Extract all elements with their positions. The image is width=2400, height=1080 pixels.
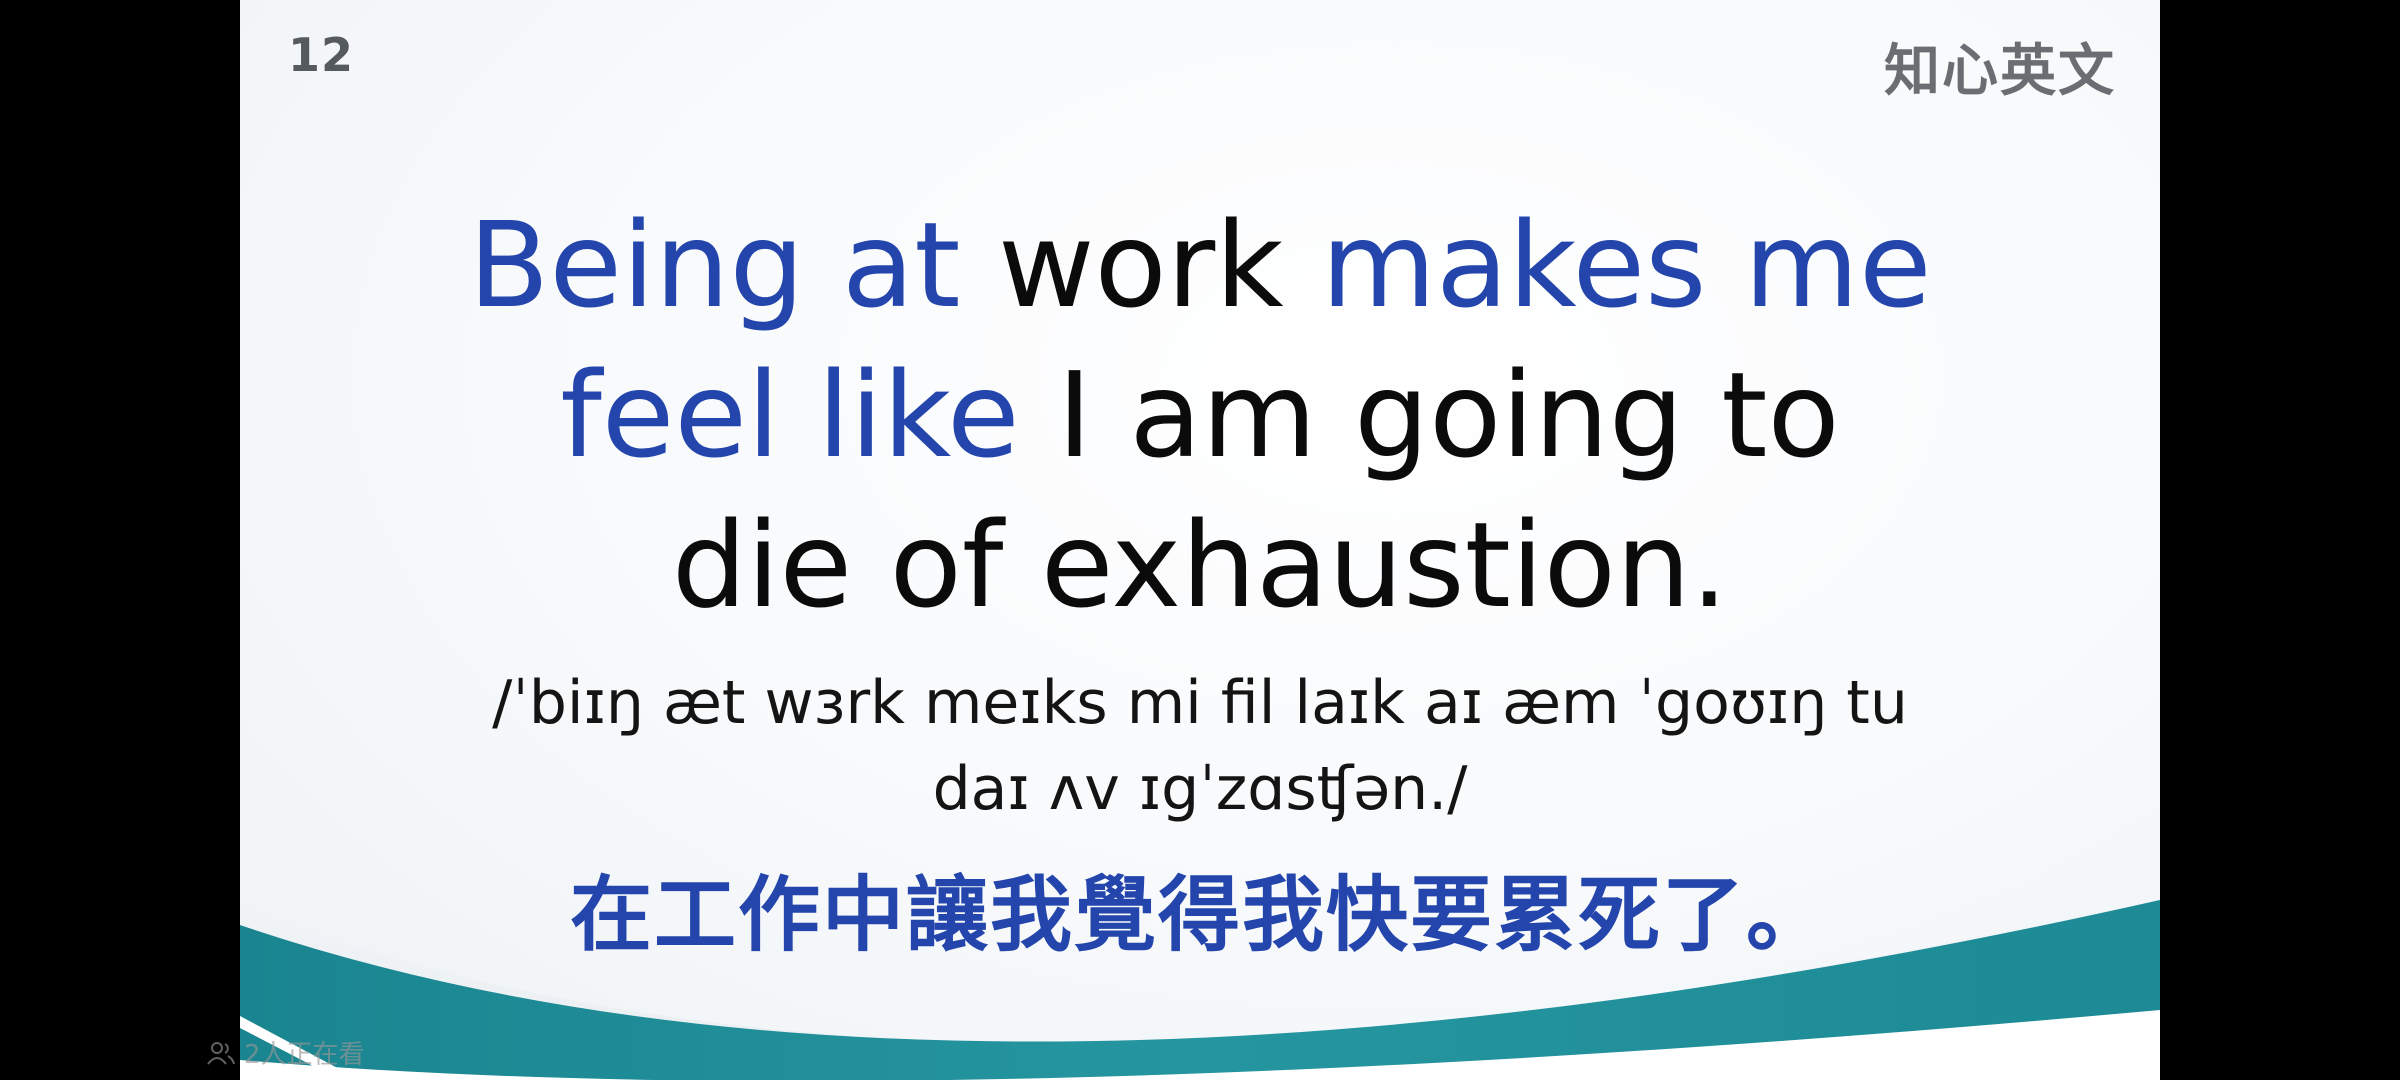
sentence-line-2: feel like I am going to xyxy=(240,340,2160,490)
sentence-line-3: die of exhaustion. xyxy=(240,490,2160,640)
phrase-plain: die of exhaustion. xyxy=(671,496,1729,634)
video-screen[interactable]: 12 知心英文 Being at work makes me feel like… xyxy=(0,0,2400,1080)
phrase-plain: work xyxy=(998,196,1322,334)
viewer-count-text: 2人正在看 xyxy=(244,1040,365,1070)
phrase-highlight: Being at xyxy=(468,196,999,334)
chinese-translation: 在工作中讓我覺得我快要累死了。 xyxy=(569,868,1830,963)
ipa-line-1: /ˈbiɪŋ æt wɜrk meɪks mi fil laɪk aɪ æm ˈ… xyxy=(492,668,1908,738)
brand-logo-text: 知心英文 xyxy=(1884,39,2116,104)
phrase-highlight: makes me xyxy=(1321,196,1932,334)
phrase-highlight: feel like xyxy=(560,346,1058,484)
viewer-count: 2人正在看 xyxy=(206,1034,365,1071)
ipa-transcription: /ˈbiɪŋ æt wɜrk meɪks mi fil laɪk aɪ æm ˈ… xyxy=(240,660,2160,832)
lesson-slide: 12 知心英文 Being at work makes me feel like… xyxy=(240,0,2160,1080)
ipa-line-2: daɪ ʌv ɪgˈzɑsʧən./ xyxy=(932,754,1468,824)
page-number: 12 xyxy=(288,28,355,82)
english-sentence: Being at work makes me feel like I am go… xyxy=(240,190,2160,640)
phrase-plain: I am going to xyxy=(1057,346,1840,484)
sentence-line-1: Being at work makes me xyxy=(240,190,2160,340)
people-icon xyxy=(207,1041,235,1065)
